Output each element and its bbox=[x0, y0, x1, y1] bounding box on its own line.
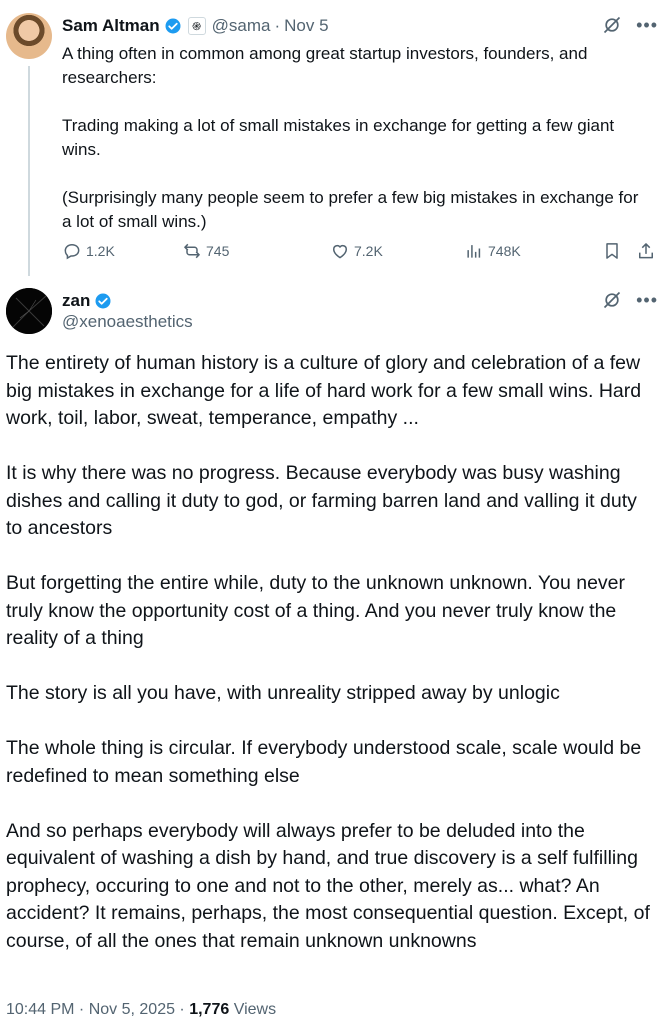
tweet-paragraph: A thing often in common among great star… bbox=[62, 44, 588, 87]
avatar-art bbox=[6, 288, 52, 334]
tweet-paragraph: And so perhaps everybody will always pre… bbox=[6, 819, 650, 952]
tweet-metadata: 10:44 PM · Nov 5, 2025 · 1,776 Views bbox=[6, 1001, 276, 1019]
verified-badge-icon bbox=[165, 18, 181, 34]
tweet-header: zan bbox=[62, 288, 112, 314]
tweet-top-actions: ••• bbox=[602, 15, 658, 35]
more-icon[interactable]: ••• bbox=[636, 291, 658, 309]
grok-icon[interactable] bbox=[602, 15, 622, 35]
reply-icon bbox=[64, 243, 80, 260]
author-name[interactable]: Sam Altman bbox=[62, 16, 160, 36]
parent-tweet[interactable]: Sam Altman ֍ @sama · Nov 5 ••• A thing o… bbox=[0, 0, 670, 280]
author-handle[interactable]: @xenoaesthetics bbox=[62, 312, 193, 332]
views-button[interactable]: 748K bbox=[464, 241, 602, 261]
author-name[interactable]: zan bbox=[62, 291, 90, 311]
share-button[interactable] bbox=[636, 241, 658, 261]
tweet-paragraph: Trading making a lot of small mistakes i… bbox=[62, 116, 615, 159]
tweet-text: A thing often in common among great star… bbox=[62, 42, 652, 234]
thread-connector bbox=[28, 66, 30, 276]
tweet-text: The entirety of human history is a cultu… bbox=[6, 350, 658, 955]
tweet-actions: 1.2K 745 7.2K 748K bbox=[62, 238, 658, 264]
tweet-paragraph: It is why there was no progress. Because… bbox=[6, 462, 637, 539]
avatar[interactable] bbox=[6, 13, 52, 59]
avatar[interactable] bbox=[6, 288, 52, 334]
grok-icon[interactable] bbox=[602, 290, 622, 310]
openai-affiliate-icon[interactable]: ֍ bbox=[187, 17, 206, 35]
views-count: 1,776 bbox=[189, 1001, 230, 1018]
bookmark-button[interactable] bbox=[602, 241, 636, 261]
verified-badge-icon bbox=[95, 293, 111, 309]
tweet-date[interactable]: Nov 5 bbox=[284, 16, 328, 36]
more-icon[interactable]: ••• bbox=[636, 16, 658, 34]
like-icon bbox=[333, 244, 347, 259]
share-icon bbox=[639, 243, 653, 259]
tweet-top-actions: ••• bbox=[602, 290, 658, 310]
bookmark-icon bbox=[606, 243, 618, 259]
views-icon bbox=[467, 245, 481, 258]
views-count: 748K bbox=[488, 243, 521, 259]
repost-button[interactable]: 745 bbox=[182, 241, 330, 261]
tweet-header: Sam Altman ֍ @sama · Nov 5 bbox=[62, 13, 329, 39]
like-button[interactable]: 7.2K bbox=[330, 241, 464, 261]
tweet-paragraph: The story is all you have, with unrealit… bbox=[6, 682, 560, 704]
tweet-paragraph: But forgetting the entire while, duty to… bbox=[6, 572, 626, 649]
like-count: 7.2K bbox=[354, 243, 383, 259]
tweet-paragraph: (Surprisingly many people seem to prefer… bbox=[62, 188, 639, 231]
views-label: Views bbox=[233, 1001, 277, 1018]
repost-count: 745 bbox=[206, 243, 230, 259]
tweet-paragraph: The entirety of human history is a cultu… bbox=[6, 352, 642, 429]
tweet-paragraph: The whole thing is circular. If everybod… bbox=[6, 737, 642, 787]
repost-icon bbox=[184, 243, 200, 259]
author-handle[interactable]: @sama bbox=[212, 16, 271, 36]
separator: · bbox=[274, 16, 281, 35]
reply-count: 1.2K bbox=[86, 243, 115, 259]
tweet-timestamp[interactable]: 10:44 PM · Nov 5, 2025 · bbox=[6, 1001, 189, 1018]
reply-button[interactable]: 1.2K bbox=[62, 241, 182, 261]
